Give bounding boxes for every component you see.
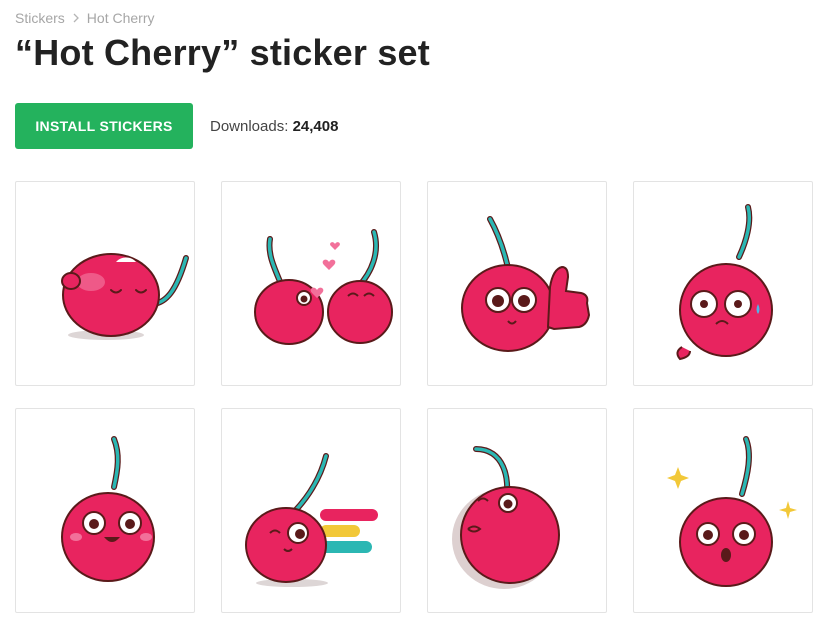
sticker-card[interactable] [427, 408, 607, 613]
sticker-card[interactable] [427, 181, 607, 386]
cherry-surprised-icon [667, 436, 797, 587]
cherry-blowing-kiss-icon [452, 446, 560, 589]
breadcrumb-current[interactable]: Hot Cherry [87, 10, 155, 26]
sticker-card[interactable] [633, 181, 813, 386]
downloads-label: Downloads: [210, 118, 289, 135]
cherry-scared-icon [676, 204, 773, 361]
breadcrumb: Stickers Hot Cherry [15, 10, 154, 26]
breadcrumb-stickers-link[interactable]: Stickers [15, 10, 65, 26]
cherry-sleeping-icon [61, 253, 189, 340]
cherry-kiss-icon [254, 229, 393, 345]
cherry-thumbs-up-icon [461, 216, 591, 352]
cherry-happy-icon [61, 436, 155, 582]
sticker-card[interactable] [221, 181, 401, 386]
page-title: “Hot Cherry” sticker set [15, 32, 430, 73]
chevron-right-icon [73, 13, 79, 23]
sticker-card[interactable] [15, 408, 195, 613]
install-stickers-button[interactable]: INSTALL STICKERS [15, 103, 193, 149]
downloads-stat: Downloads: 24,408 [210, 118, 338, 135]
sticker-card[interactable] [633, 408, 813, 613]
sticker-card[interactable] [221, 408, 401, 613]
cherry-running-icon [245, 453, 378, 587]
downloads-count: 24,408 [292, 118, 339, 135]
sticker-card[interactable] [15, 181, 195, 386]
